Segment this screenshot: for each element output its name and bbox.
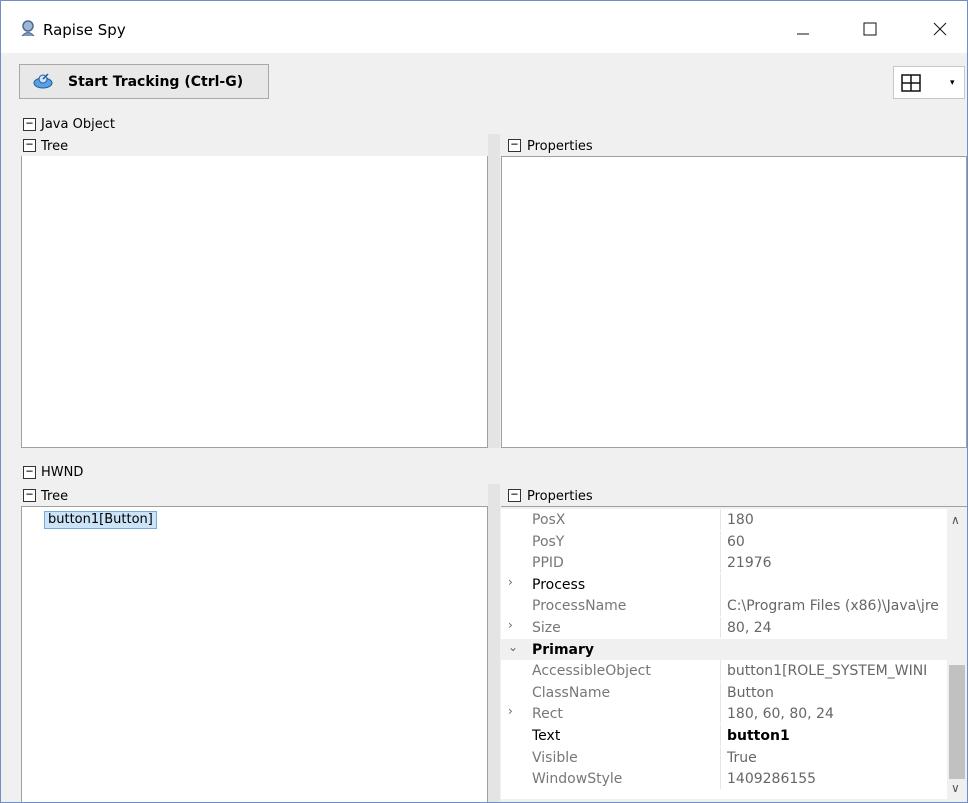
layout-dropdown-button[interactable]: ▾ [893, 66, 965, 99]
close-icon [933, 22, 947, 36]
chevron-down-icon: ▾ [950, 77, 955, 87]
property-row[interactable]: › Process [501, 573, 947, 595]
column-divider [720, 746, 721, 768]
property-name: Rect [532, 706, 563, 723]
property-row[interactable]: Visible True [501, 746, 947, 768]
minimize-button[interactable] [780, 11, 826, 47]
minimize-icon [797, 33, 809, 35]
column-divider [720, 509, 721, 530]
property-name: Text [532, 728, 561, 744]
grid-layout-icon [901, 73, 921, 92]
maximize-icon [863, 22, 877, 36]
property-row[interactable]: ⌄ Primary [501, 638, 947, 660]
scrollbar-thumb[interactable] [949, 665, 965, 779]
property-name: PosY [532, 533, 565, 550]
property-row[interactable]: › Size 80, 24 [501, 617, 947, 638]
property-name: WindowStyle [532, 771, 623, 788]
property-name: Visible [532, 749, 578, 766]
start-tracking-label: Start Tracking (Ctrl-G) [68, 73, 244, 90]
radar-icon [33, 72, 53, 88]
property-name: Primary [532, 641, 595, 658]
toolbar: Start Tracking (Ctrl-G) ▾ [1, 53, 967, 109]
tree-item[interactable]: button1[Button] [44, 511, 157, 529]
start-tracking-button[interactable]: Start Tracking (Ctrl-G) [19, 64, 269, 99]
property-name: PPID [532, 555, 564, 572]
property-name: Process [532, 576, 586, 593]
column-divider [720, 595, 721, 617]
chevron-right-icon[interactable]: › [508, 618, 513, 632]
property-name: ProcessName [532, 598, 627, 615]
column-divider [720, 552, 721, 574]
hwnd-properties-header-line [501, 506, 967, 507]
column-divider [720, 681, 721, 703]
column-divider [720, 660, 721, 682]
column-divider [720, 530, 721, 552]
property-row[interactable]: PosX 180 [501, 509, 947, 530]
property-value: C:\Program Files (x86)\Java\jre [727, 598, 939, 615]
property-row[interactable]: PPID 21976 [501, 552, 947, 574]
column-divider [720, 768, 721, 790]
java-properties-label: Properties [527, 139, 593, 154]
property-value: 80, 24 [727, 620, 772, 636]
hwnd-properties-collapse-toggle[interactable]: − [508, 488, 521, 502]
property-row[interactable]: ProcessName C:\Program Files (x86)\Java\j… [501, 595, 947, 617]
java-tree-panel[interactable] [21, 156, 488, 448]
property-name: Size [532, 620, 561, 636]
hwnd-collapse-toggle[interactable]: − [23, 465, 36, 479]
property-row[interactable]: ClassName Button [501, 681, 947, 703]
java-tree-label: Tree [41, 139, 69, 154]
chevron-down-icon[interactable]: ∨ [951, 781, 960, 795]
java-splitter[interactable] [488, 134, 500, 448]
window-title: Rapise Spy [43, 21, 126, 39]
column-divider [720, 573, 721, 595]
maximize-button[interactable] [847, 11, 893, 47]
property-value: button1 [727, 728, 790, 744]
property-value: 1409286155 [727, 771, 817, 788]
property-row[interactable]: PosY 60 [501, 530, 947, 552]
hwnd-tree-collapse-toggle[interactable]: − [23, 488, 36, 502]
java-properties-collapse-toggle[interactable]: − [508, 138, 521, 152]
java-properties-panel[interactable] [501, 156, 967, 448]
column-divider [720, 703, 721, 725]
property-name: AccessibleObject [532, 663, 651, 680]
hwnd-properties-label: Properties [527, 489, 593, 504]
property-value: True [727, 749, 757, 766]
search-person-icon [21, 20, 35, 37]
property-value: button1[ROLE_SYSTEM_WINI [727, 663, 928, 680]
java-object-label: Java Object [41, 117, 115, 132]
property-name: ClassName [532, 684, 611, 701]
property-row[interactable]: Text button1 [501, 725, 947, 746]
property-value: Button [727, 684, 774, 701]
property-row[interactable]: AccessibleObject button1[ROLE_SYSTEM_WINI [501, 660, 947, 682]
properties-grid[interactable]: PosX 180 PosY 60 PPID 21976 › Process ProcessNam… [501, 509, 947, 799]
property-row[interactable]: › Rect 180, 60, 80, 24 [501, 703, 947, 725]
property-value: 180, 60, 80, 24 [727, 706, 834, 723]
hwnd-tree-label: Tree [41, 489, 69, 504]
close-button[interactable] [917, 11, 963, 47]
chevron-up-icon[interactable]: ∧ [951, 513, 960, 527]
hwnd-splitter[interactable] [488, 484, 500, 802]
hwnd-label: HWND [41, 465, 84, 480]
property-value: 180 [727, 512, 754, 528]
title-bar: Rapise Spy [1, 1, 967, 53]
hwnd-tree-panel[interactable] [21, 506, 488, 802]
column-divider [720, 617, 721, 638]
chevron-right-icon[interactable]: › [508, 704, 513, 718]
property-value: 60 [727, 533, 745, 550]
java-object-collapse-toggle[interactable]: − [23, 117, 36, 131]
java-tree-collapse-toggle[interactable]: − [23, 138, 36, 152]
chevron-right-icon[interactable]: › [508, 575, 513, 589]
property-row[interactable]: WindowStyle 1409286155 [501, 768, 947, 790]
chevron-down-icon[interactable]: ⌄ [508, 640, 518, 654]
properties-scrollbar[interactable]: ∧ ∨ [947, 509, 967, 799]
column-divider [720, 725, 721, 746]
property-value: 21976 [727, 555, 772, 572]
property-name: PosX [532, 512, 566, 528]
rapise-spy-window: Rapise Spy Start Tracking (Ctrl-G) ▾ − J… [0, 0, 968, 803]
